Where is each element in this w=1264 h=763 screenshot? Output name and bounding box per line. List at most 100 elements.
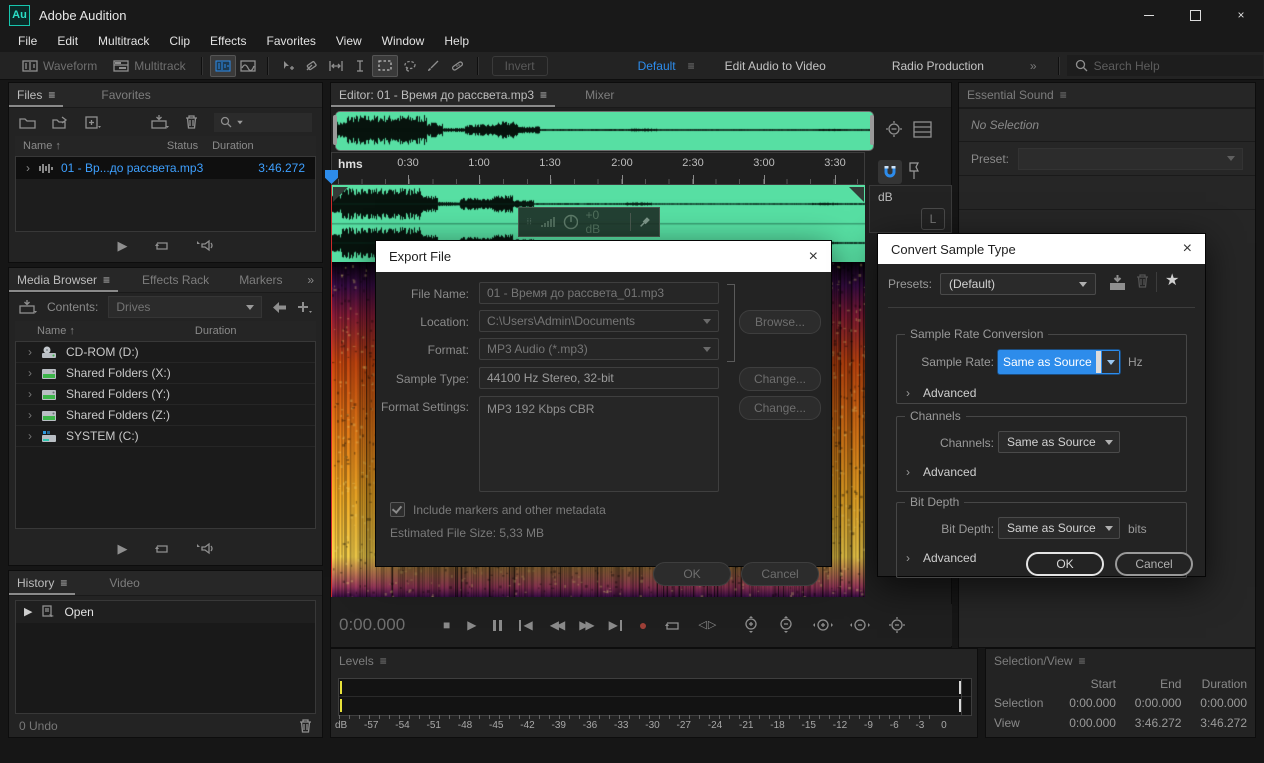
overview-right-handle[interactable] [870, 115, 874, 145]
skip-selection-button[interactable] [698, 620, 716, 631]
search-help-field[interactable]: Search Help [1067, 55, 1263, 76]
drive-row-shared-y[interactable]: Shared Folders (Y:) [16, 384, 315, 405]
preview-play-button[interactable] [118, 239, 128, 252]
files-col-status[interactable]: Status [167, 140, 198, 152]
contents-dropdown[interactable]: Drives [108, 296, 262, 318]
zoom-in-horizontal-button[interactable] [812, 616, 834, 634]
essential-preset-dropdown[interactable] [1018, 148, 1243, 170]
channels-combo[interactable]: Same as Source [998, 431, 1120, 453]
show-waveform-toggle[interactable] [210, 55, 236, 77]
tab-editor[interactable]: Editor: 01 - Время до рассвета.mp3 [331, 83, 555, 107]
auto-play-button[interactable] [196, 239, 214, 252]
slip-tool[interactable] [324, 56, 348, 76]
drive-row-shared-z[interactable]: Shared Folders (Z:) [16, 405, 315, 426]
tab-favorites[interactable]: Favorites [93, 83, 158, 107]
zoom-out-horizontal-button[interactable] [849, 616, 871, 634]
files-search-field[interactable] [214, 113, 312, 132]
presets-dropdown[interactable]: (Default) [940, 273, 1096, 295]
media-col-duration[interactable]: Duration [195, 325, 237, 337]
stop-button[interactable] [443, 619, 450, 631]
expand-drive-icon[interactable] [28, 346, 32, 358]
selection-view-menu-icon[interactable] [1079, 655, 1086, 667]
tab-markers[interactable]: Markers [231, 268, 290, 292]
trash-icon[interactable] [185, 115, 198, 129]
convert-ok-button[interactable]: OK [1026, 552, 1104, 576]
time-display[interactable]: 0:00.000 [339, 615, 443, 635]
essential-sound-menu-icon[interactable] [1060, 89, 1067, 101]
menu-edit[interactable]: Edit [47, 34, 88, 48]
minimize-button[interactable] [1126, 0, 1172, 30]
tab-levels[interactable]: Levels [331, 649, 395, 673]
import-file-icon[interactable] [52, 116, 69, 129]
time-selection-tool[interactable] [348, 56, 372, 76]
view-end[interactable]: 3:46.272 [1116, 716, 1182, 730]
loop-preview-button[interactable] [154, 542, 170, 555]
overview-left-handle[interactable] [333, 115, 337, 145]
snap-toggle-button[interactable] [878, 160, 902, 184]
loop-preview-button[interactable] [154, 239, 170, 252]
file-list-item[interactable]: 01 - Вр...до рассвета.mp3 3:46.272 [16, 157, 315, 179]
loop-playback-button[interactable] [664, 619, 681, 632]
browse-button[interactable]: Browse... [739, 310, 821, 334]
open-file-icon[interactable] [19, 116, 36, 129]
marker-pin-icon[interactable] [908, 162, 920, 180]
timeline-ruler[interactable]: hms 0:30 1:00 1:30 2:00 2:30 3:00 3:30 [331, 152, 865, 185]
marquee-selection-tool[interactable] [372, 55, 398, 77]
menu-window[interactable]: Window [372, 34, 435, 48]
files-panel-menu-icon[interactable] [48, 89, 55, 101]
menu-help[interactable]: Help [434, 34, 479, 48]
razor-tool[interactable] [300, 56, 324, 76]
add-shortcut-icon[interactable] [297, 301, 312, 314]
menu-effects[interactable]: Effects [200, 34, 256, 48]
drive-row-cdrom[interactable]: CD-ROM (D:) [16, 342, 315, 363]
file-name-field[interactable]: 01 - Время до рассвета_01.mp3 [479, 282, 719, 304]
multitrack-view-button[interactable]: Multitrack [105, 57, 193, 75]
new-item-icon[interactable] [85, 116, 101, 129]
view-duration[interactable]: 3:46.272 [1181, 716, 1247, 730]
maximize-button[interactable] [1172, 0, 1218, 30]
zoom-reset-icon[interactable] [884, 119, 906, 141]
tab-history[interactable]: History [9, 571, 75, 595]
overview-navigator[interactable] [335, 111, 874, 151]
fade-in-handle[interactable] [333, 187, 348, 202]
record-button[interactable] [639, 618, 647, 632]
selection-start[interactable]: 0:00.000 [1050, 696, 1116, 710]
close-button[interactable] [1218, 0, 1264, 30]
convert-cancel-button[interactable]: Cancel [1115, 552, 1193, 576]
zoom-to-selection-button[interactable] [886, 616, 908, 634]
sample-rate-combo[interactable]: Same as Source [998, 350, 1120, 374]
menu-file[interactable]: File [8, 34, 47, 48]
workspace-overflow-icon[interactable] [1030, 60, 1037, 72]
expand-drive-icon[interactable] [28, 409, 32, 421]
batch-export-icon[interactable] [151, 115, 169, 129]
skip-to-end-button[interactable] [609, 619, 622, 631]
spot-healing-tool[interactable] [446, 56, 470, 76]
gain-hud[interactable]: ⦙⦙ +0 dB [518, 207, 660, 237]
waveform-view-button[interactable]: Waveform [14, 57, 105, 75]
pause-button[interactable] [493, 620, 502, 631]
editor-menu-icon[interactable] [540, 89, 547, 101]
bit-depth-advanced[interactable]: Advanced [906, 551, 976, 565]
fade-out-handle[interactable] [849, 187, 864, 202]
panel-overflow-icon[interactable] [307, 274, 314, 286]
expand-drive-icon[interactable] [28, 430, 32, 442]
workspace-tab-edit-audio-to-video[interactable]: Edit Audio to Video [713, 59, 838, 73]
skip-to-start-button[interactable] [519, 619, 532, 631]
hud-knob-icon[interactable] [563, 214, 579, 230]
history-menu-icon[interactable] [60, 577, 67, 589]
sample-rate-caret[interactable] [1101, 351, 1119, 373]
tab-mixer[interactable]: Mixer [577, 83, 622, 107]
invert-button[interactable]: Invert [492, 56, 548, 76]
move-tool[interactable] [276, 56, 300, 76]
tab-media-browser[interactable]: Media Browser [9, 268, 118, 292]
media-browser-menu-icon[interactable] [103, 274, 110, 286]
files-col-name[interactable]: Name [15, 140, 61, 152]
selection-end[interactable]: 0:00.000 [1116, 696, 1182, 710]
location-dropdown[interactable]: C:\Users\Admin\Documents [479, 310, 719, 332]
play-button[interactable] [467, 619, 476, 631]
sample-rate-advanced[interactable]: Advanced [906, 386, 976, 400]
hud-pin-icon[interactable] [638, 216, 651, 229]
menu-favorites[interactable]: Favorites [257, 34, 326, 48]
menu-multitrack[interactable]: Multitrack [88, 34, 159, 48]
workspace-menu-icon[interactable] [688, 60, 695, 72]
